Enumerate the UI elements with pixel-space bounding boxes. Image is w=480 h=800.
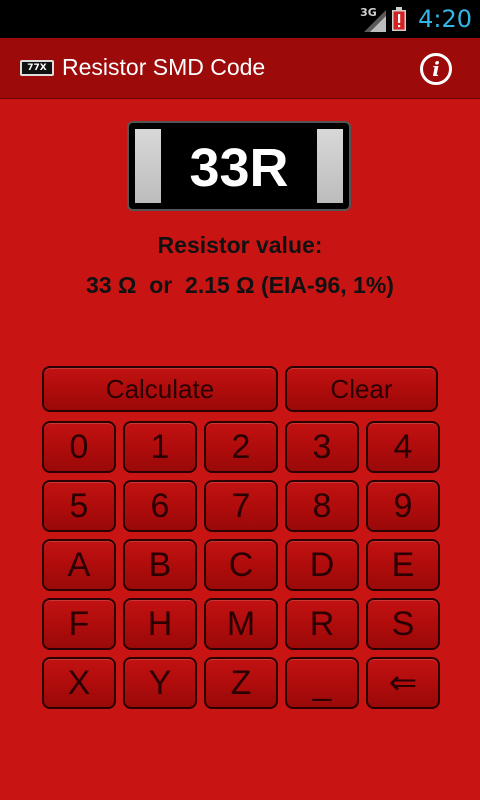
result-values: 33 Ω or 2.15 Ω (EIA-96, 1%) [0, 272, 480, 299]
key-9[interactable]: 9 [366, 480, 440, 532]
key-2[interactable]: 2 [204, 421, 278, 473]
key-0[interactable]: 0 [42, 421, 116, 473]
key-s[interactable]: S [366, 598, 440, 650]
key-x[interactable]: X [42, 657, 116, 709]
key-a[interactable]: A [42, 539, 116, 591]
calculate-button[interactable]: Calculate [42, 366, 278, 412]
app-title: Resistor SMD Code [62, 54, 266, 80]
clear-button[interactable]: Clear [285, 366, 438, 412]
info-button[interactable]: i [420, 53, 452, 85]
result-connector: or [149, 272, 173, 298]
key-4[interactable]: 4 [366, 421, 440, 473]
clock-time: 4:20 [418, 5, 472, 33]
key-e[interactable]: E [366, 539, 440, 591]
key-r[interactable]: R [285, 598, 359, 650]
key-6[interactable]: 6 [123, 480, 197, 532]
key-z[interactable]: Z [204, 657, 278, 709]
key-y[interactable]: Y [123, 657, 197, 709]
key-m[interactable]: M [204, 598, 278, 650]
battery-alert-icon [392, 7, 407, 31]
key-underscore[interactable]: _ [285, 657, 359, 709]
key-8[interactable]: 8 [285, 480, 359, 532]
app-logo-icon: 77X [20, 60, 54, 76]
key-b[interactable]: B [123, 539, 197, 591]
result-value-eia96: 2.15 Ω (EIA-96, 1%) [185, 272, 394, 298]
backspace-key[interactable]: ⇐ [366, 657, 440, 709]
key-f[interactable]: F [42, 598, 116, 650]
key-3[interactable]: 3 [285, 421, 359, 473]
resistor-chip-display: 33R [127, 121, 351, 211]
smd-code-text: 33R [189, 138, 289, 198]
result-value-primary: 33 Ω [86, 272, 137, 298]
key-5[interactable]: 5 [42, 480, 116, 532]
key-1[interactable]: 1 [123, 421, 197, 473]
result-label: Resistor value: [157, 232, 323, 258]
app-bar: 77X Resistor SMD Code i [0, 38, 480, 98]
key-h[interactable]: H [123, 598, 197, 650]
status-icons: 3G 4:20 [360, 0, 472, 38]
status-bar: 3G 4:20 [0, 0, 480, 38]
key-7[interactable]: 7 [204, 480, 278, 532]
key-d[interactable]: D [285, 539, 359, 591]
key-c[interactable]: C [204, 539, 278, 591]
signal-icon: 3G [360, 6, 387, 32]
